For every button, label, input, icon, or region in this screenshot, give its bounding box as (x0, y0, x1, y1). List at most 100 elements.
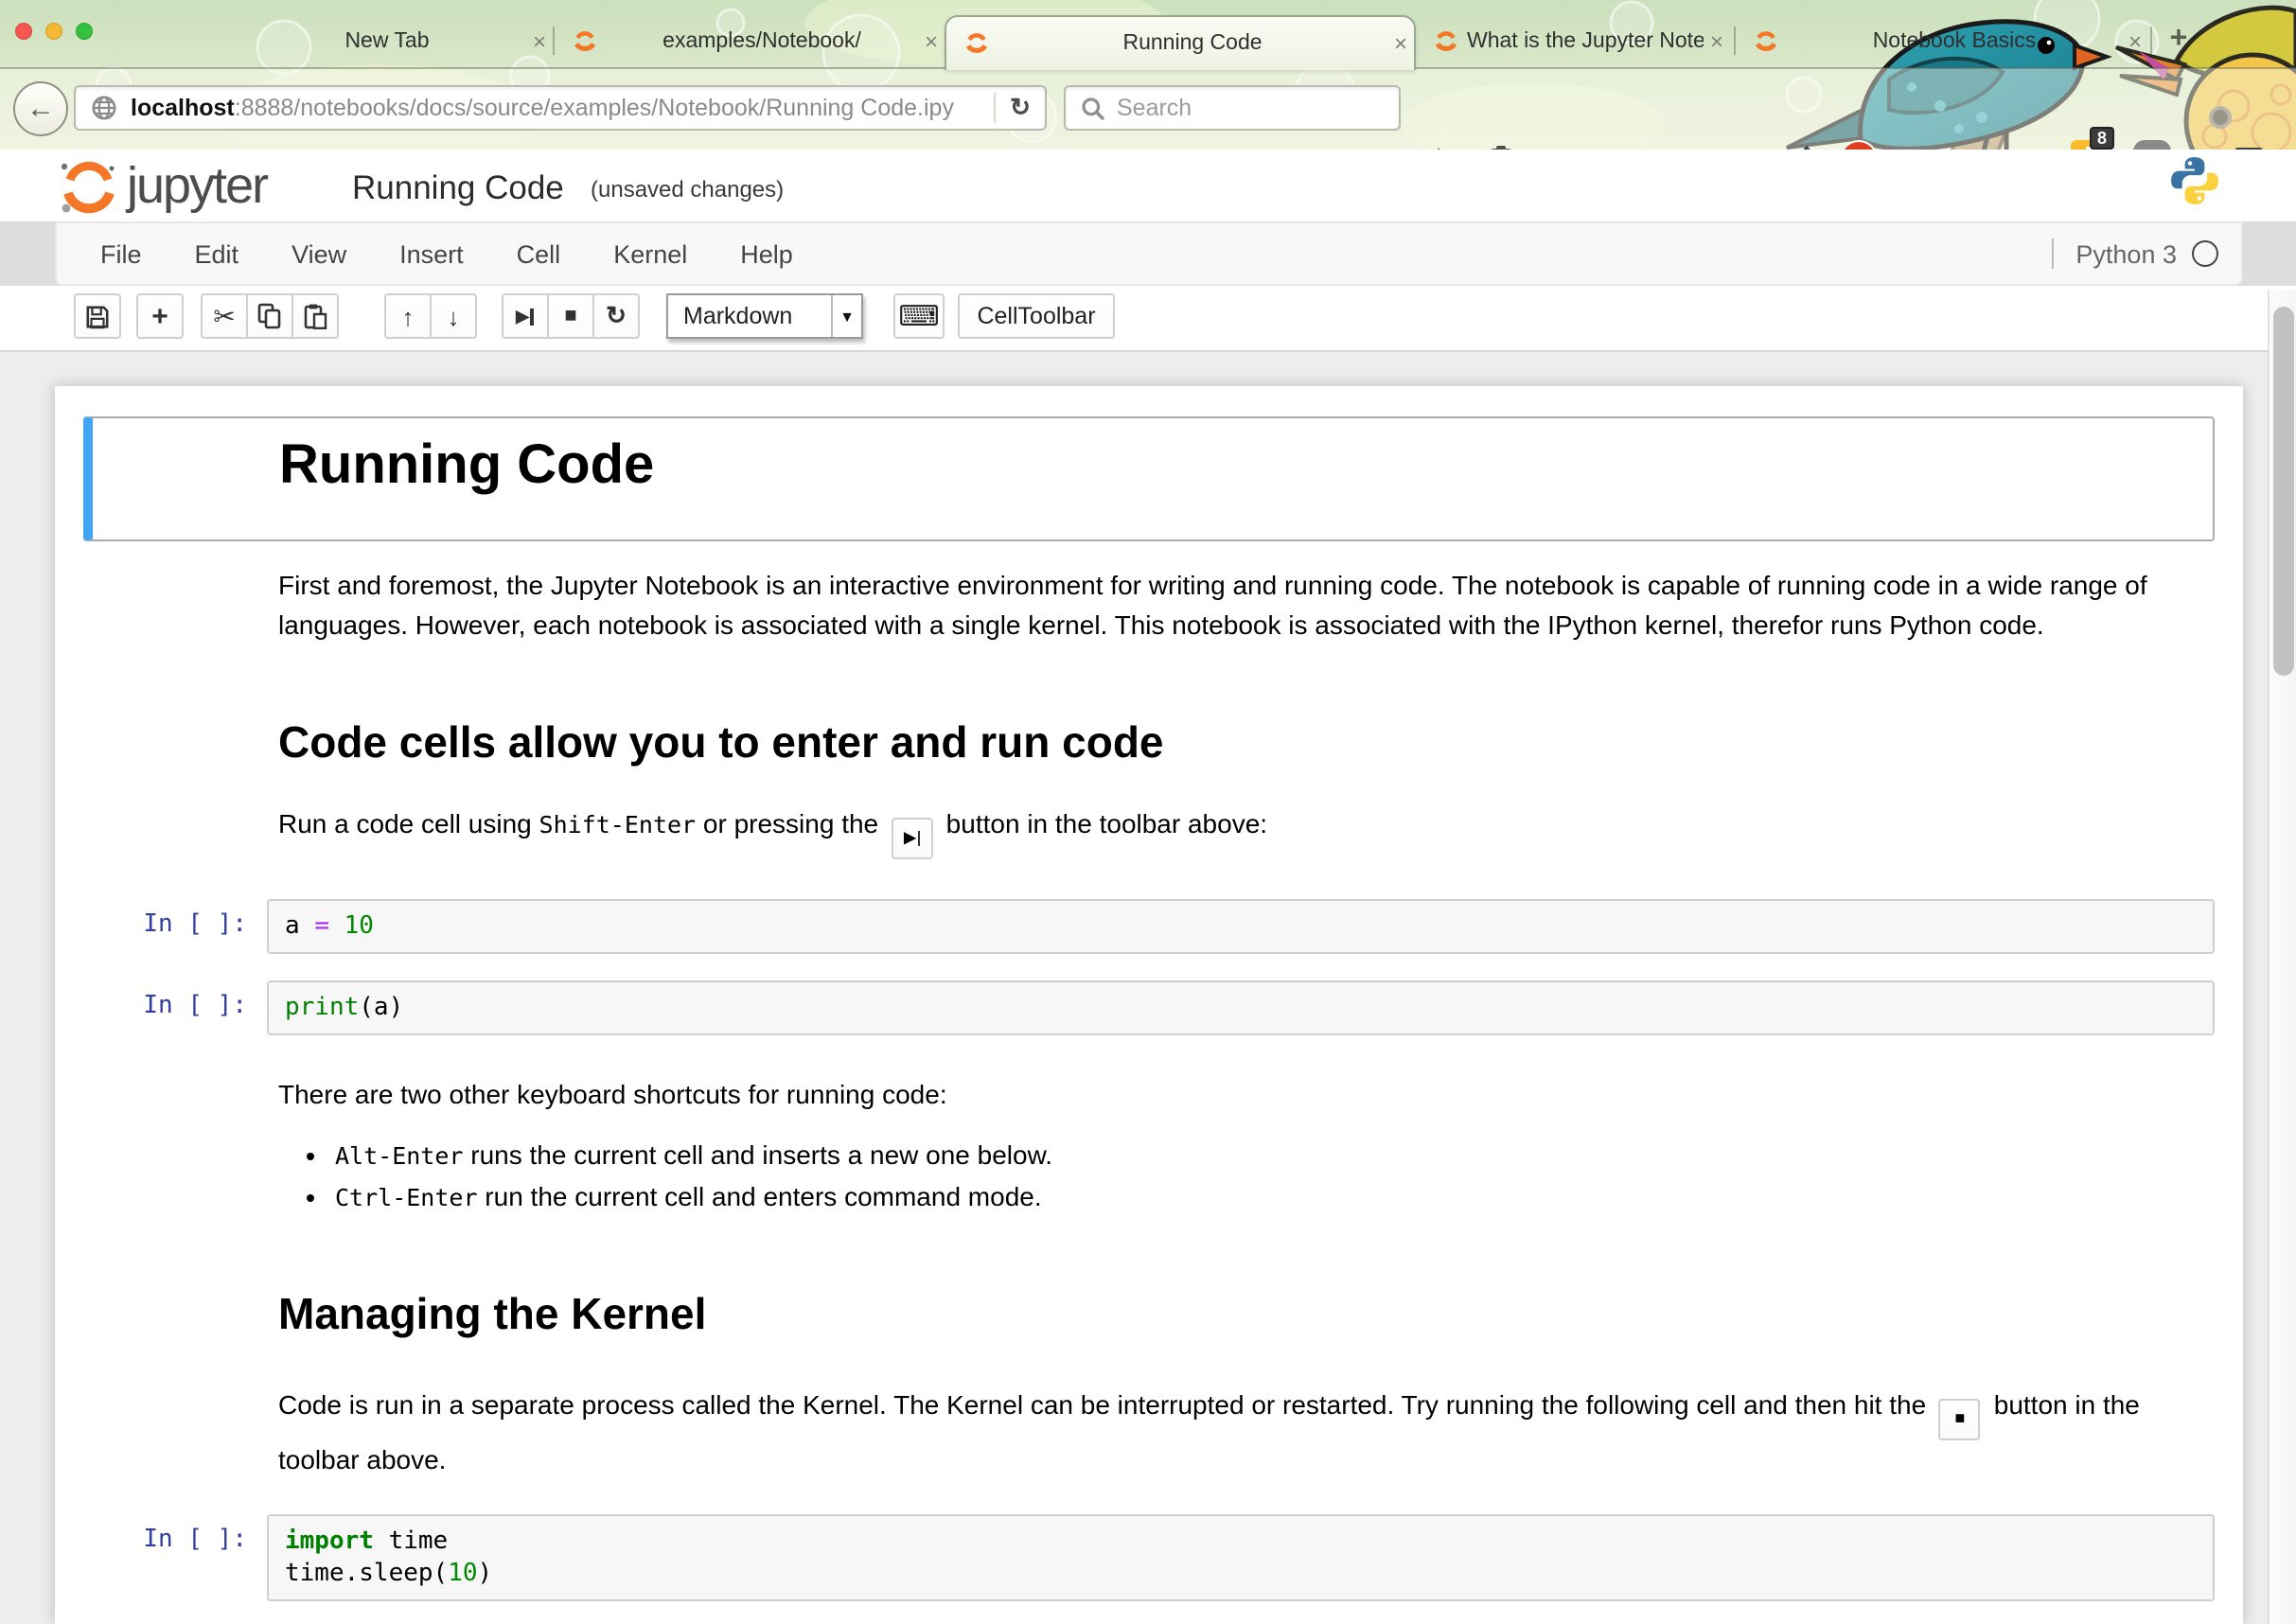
code-cell[interactable]: In [ ]: print(a) (82, 980, 2215, 1034)
jupyter-logo[interactable]: jupyter (55, 157, 267, 216)
section-heading-code-cells: Code cells allow you to enter and run co… (278, 717, 2194, 768)
scrollbar-thumb[interactable] (2272, 307, 2293, 676)
checkpoint-status: (unsaved changes) (591, 176, 784, 203)
shortcuts-list: Alt-Enter runs the current cell and inse… (278, 1136, 2194, 1217)
selected-markdown-cell[interactable]: Running Code (82, 416, 2215, 541)
cut-cell-button[interactable]: ✂ (201, 293, 248, 339)
copy-cell-button[interactable] (246, 293, 293, 339)
scrollbar-track[interactable] (2267, 290, 2296, 1624)
tab-separator (2150, 26, 2152, 55)
text: run the current cell and enters command … (478, 1180, 1042, 1210)
addon-badge-count: 8 (2090, 127, 2114, 150)
window-close-button[interactable] (15, 23, 32, 40)
inline-stop-button-icon: ■ (1939, 1398, 1981, 1439)
cell-type-select[interactable]: Markdown ▼ (666, 293, 863, 339)
interrupt-kernel-button[interactable]: ■ (547, 293, 594, 339)
text: button in the toolbar above: (939, 808, 1267, 838)
menu-cell[interactable]: Cell (490, 239, 588, 268)
menu-insert[interactable]: Insert (373, 239, 490, 268)
tab-close-icon[interactable]: × (1704, 28, 1730, 55)
jupyter-favicon (1433, 28, 1459, 55)
shortcut-code: Alt-Enter (335, 1141, 463, 1170)
code-cell[interactable]: In [ ]: import time time.sleep(10) (82, 1513, 2215, 1600)
paste-icon (303, 303, 327, 329)
kernel-indicator: Python 3 (2051, 238, 2241, 269)
kernel-paragraph: Code is run in a separate process called… (278, 1386, 2194, 1480)
tab-title: Notebook Basics (1787, 30, 2122, 53)
jupyter-favicon (963, 30, 990, 57)
jupyter-logo-icon (55, 158, 119, 215)
python-logo-icon (2169, 155, 2220, 206)
inline-run-button-icon: ▶ (892, 818, 933, 859)
command-palette-button[interactable]: ⌨ (893, 293, 945, 339)
cell-toolbar-button[interactable]: CellToolbar (958, 293, 1115, 339)
code-input[interactable]: a = 10 (266, 899, 2215, 954)
tab-notebook-basics[interactable]: Notebook Basics × (1736, 15, 2148, 68)
tab-title: What is the Jupyter Notebook (1467, 30, 1704, 53)
menu-view[interactable]: View (265, 239, 373, 268)
tab-title: New Tab (248, 30, 526, 53)
code-input[interactable]: import time time.sleep(10) (266, 1513, 2215, 1600)
list-item: Alt-Enter runs the current cell and inse… (335, 1136, 2194, 1176)
tab-close-icon[interactable]: × (2122, 28, 2148, 55)
reload-icon[interactable]: ↻ (994, 93, 1045, 123)
notebook-h1: Running Code (279, 435, 654, 498)
notebook-container: Running Code First and foremost, the Jup… (55, 386, 2243, 1624)
input-prompt: In [ ]: (82, 1513, 266, 1600)
search-icon (1081, 96, 1105, 120)
cell-type-value: Markdown (668, 303, 831, 329)
move-cell-down-button[interactable]: ↓ (430, 293, 477, 339)
url-bar[interactable]: localhost :8888/notebooks/docs/source/ex… (74, 85, 1047, 131)
jupyter-logo-text: jupyter (127, 157, 267, 216)
browser-chrome: New Tab × examples/Notebook/ × Running C… (0, 0, 2296, 151)
tab-title: Running Code (998, 32, 1387, 55)
tab-examples-notebook[interactable]: examples/Notebook/ × (555, 15, 945, 68)
tab-title: examples/Notebook/ (606, 30, 918, 53)
section-heading-kernel: Managing the Kernel (278, 1289, 2194, 1340)
code-input[interactable]: print(a) (266, 980, 2215, 1034)
screen: { "browser": { "tabs": [ {"title": "New … (0, 0, 2296, 1624)
add-cell-button[interactable]: + (136, 293, 184, 339)
menu-help[interactable]: Help (714, 239, 820, 268)
tab-close-icon[interactable]: × (918, 28, 945, 55)
input-prompt: In [ ]: (82, 899, 266, 954)
save-icon (85, 304, 110, 328)
notebook-title[interactable]: Running Code (352, 168, 564, 208)
jupyter-favicon (1753, 28, 1779, 55)
list-item: Ctrl-Enter run the current cell and ente… (335, 1176, 2194, 1217)
paste-cell-button[interactable] (291, 293, 339, 339)
step-forward-icon: ▶ (516, 308, 535, 325)
tab-strip: New Tab × examples/Notebook/ × Running C… (0, 0, 2296, 68)
menu-kernel[interactable]: Kernel (587, 239, 714, 268)
new-tab-button[interactable]: + (2164, 25, 2194, 55)
input-prompt: In [ ]: (82, 980, 266, 1034)
kernel-idle-icon (2192, 240, 2218, 267)
navigation-toolbar: ← localhost :8888/notebooks/docs/source/… (0, 68, 2296, 150)
globe-icon (91, 95, 117, 121)
restart-kernel-button[interactable]: ↻ (592, 293, 640, 339)
run-instruction-paragraph: Run a code cell using Shift-Enter or pre… (278, 803, 2194, 859)
tab-what-is-jupyter[interactable]: What is the Jupyter Notebook × (1416, 15, 1730, 68)
url-host: localhost (131, 95, 235, 121)
menu-file[interactable]: File (57, 239, 168, 268)
move-cell-up-button[interactable]: ↑ (384, 293, 432, 339)
jupyter-toolbar: + ✂ ↑ ↓ ▶ ■ ↻ Markdown ▼ ⌨ CellT (0, 286, 2296, 352)
back-button[interactable]: ← (13, 81, 68, 136)
shortcut-code: Shift-Enter (539, 810, 697, 838)
code-cell[interactable]: In [ ]: a = 10 (82, 899, 2215, 954)
tab-close-icon[interactable]: × (526, 28, 553, 55)
run-cell-button[interactable]: ▶ (502, 293, 549, 339)
tab-new-tab[interactable]: New Tab × (248, 15, 553, 68)
text: runs the current cell and inserts a new … (463, 1139, 1052, 1170)
menu-edit[interactable]: Edit (168, 239, 266, 268)
window-zoom-button[interactable] (76, 23, 93, 40)
save-button[interactable] (74, 293, 121, 339)
tab-close-icon[interactable]: × (1387, 30, 1414, 57)
search-bar[interactable]: Search (1064, 85, 1401, 131)
intro-paragraph: First and foremost, the Jupyter Notebook… (278, 566, 2194, 644)
text: Run a code cell using (278, 808, 539, 838)
tab-running-code-active[interactable]: Running Code × (945, 15, 1416, 70)
window-minimize-button[interactable] (45, 23, 62, 40)
jupyter-menubar: File Edit View Insert Cell Kernel Help P… (55, 221, 2243, 286)
jupyter-favicon (572, 28, 598, 55)
